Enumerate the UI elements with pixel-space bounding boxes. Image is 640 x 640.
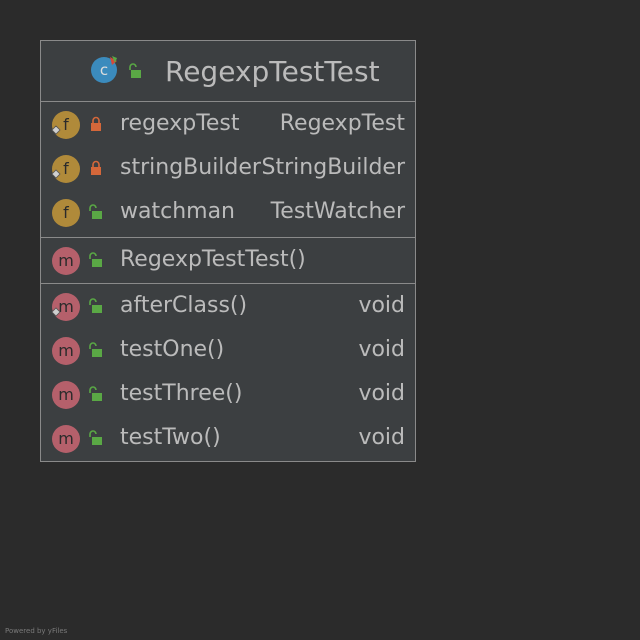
member-type: void	[358, 381, 405, 406]
unlock-icon	[89, 342, 102, 357]
unlock-icon	[89, 430, 102, 445]
method-icon: m	[52, 337, 80, 365]
member-type: StringBuilder	[261, 155, 405, 180]
method-icon: m	[52, 381, 80, 409]
unlock-icon	[89, 298, 102, 313]
class-box[interactable]: c RegexpTestTest f regexpTest RegexpTest f s…	[40, 40, 416, 462]
field-row[interactable]: f watchman TestWatcher	[41, 190, 415, 234]
member-name: RegexpTestTest()	[120, 247, 306, 272]
class-icon: c	[91, 56, 117, 83]
method-row[interactable]: m testThree() void	[41, 372, 415, 416]
unlock-icon	[89, 252, 102, 267]
kind-letter: f	[63, 159, 69, 178]
member-name: afterClass()	[120, 293, 248, 318]
unlock-icon	[129, 63, 141, 78]
lock-icon	[91, 116, 101, 131]
kind-letter: m	[58, 429, 74, 448]
constructor-row[interactable]: m RegexpTestTest()	[41, 238, 415, 282]
lock-icon	[91, 160, 101, 175]
field-icon: f	[51, 155, 80, 183]
member-type: void	[358, 293, 405, 318]
unlock-icon	[89, 386, 102, 401]
kind-letter: m	[58, 251, 74, 270]
member-name: testTwo()	[120, 425, 221, 450]
kind-letter: f	[63, 115, 69, 134]
method-icon: m	[52, 425, 80, 453]
class-kind-letter: c	[100, 61, 108, 79]
method-icon: m	[51, 293, 80, 321]
member-type: TestWatcher	[270, 199, 405, 224]
unlock-icon	[89, 204, 102, 219]
method-row[interactable]: m testTwo() void	[41, 416, 415, 460]
kind-letter: m	[58, 385, 74, 404]
method-row[interactable]: m testOne() void	[41, 328, 415, 372]
member-type: void	[358, 337, 405, 362]
field-row[interactable]: f stringBuilder StringBuilder	[41, 146, 415, 190]
kind-letter: f	[63, 203, 69, 222]
method-row[interactable]: m afterClass() void	[41, 284, 415, 328]
field-icon: f	[52, 199, 80, 227]
powered-by-label: Powered by yFiles	[5, 627, 68, 635]
class-header: c RegexpTestTest	[41, 41, 415, 101]
diagram-canvas: c RegexpTestTest f regexpTest RegexpTest f s…	[0, 0, 640, 640]
field-row[interactable]: f regexpTest RegexpTest	[41, 102, 415, 146]
member-type: RegexpTest	[279, 111, 405, 136]
class-name: RegexpTestTest	[165, 55, 380, 88]
member-type: void	[358, 425, 405, 450]
kind-letter: m	[58, 341, 74, 360]
member-name: testOne()	[120, 337, 225, 362]
member-name: watchman	[120, 199, 235, 224]
kind-letter: m	[58, 297, 74, 316]
member-name: regexpTest	[120, 111, 240, 136]
method-icon: m	[52, 247, 80, 275]
field-icon: f	[51, 111, 80, 139]
member-name: testThree()	[120, 381, 243, 406]
member-name: stringBuilder	[120, 155, 261, 180]
